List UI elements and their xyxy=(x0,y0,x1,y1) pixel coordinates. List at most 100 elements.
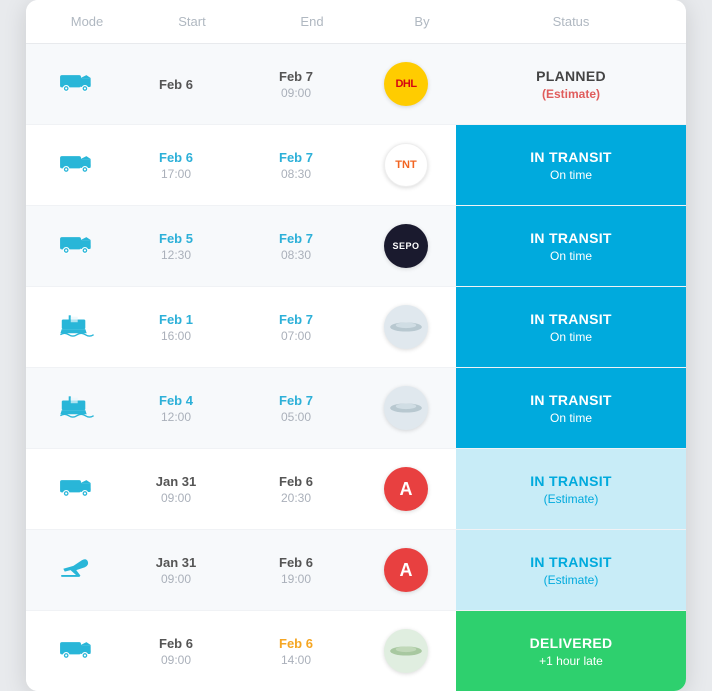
start-time: 12:30 xyxy=(161,248,191,262)
end-date: Feb 7 xyxy=(279,312,313,327)
start-cell: Feb 6 09:00 xyxy=(116,626,236,677)
start-time: 17:00 xyxy=(161,167,191,181)
end-cell: Feb 7 05:00 xyxy=(236,383,356,434)
start-cell: Feb 6 17:00 xyxy=(116,140,236,191)
carrier-cell: A xyxy=(356,457,456,521)
carrier-cell xyxy=(356,295,456,359)
end-cell: Feb 6 19:00 xyxy=(236,545,356,596)
start-cell: Feb 6 xyxy=(116,67,236,102)
status-main: IN TRANSIT xyxy=(530,230,612,246)
end-time: 20:30 xyxy=(281,491,311,505)
carrier-cell xyxy=(356,619,456,683)
truck-icon xyxy=(59,69,95,100)
start-time: 12:00 xyxy=(161,410,191,424)
table-header: Mode Start End By Status xyxy=(26,0,686,44)
end-time: 05:00 xyxy=(281,410,311,424)
status-box: IN TRANSIT (Estimate) xyxy=(456,530,686,610)
status-sub: On time xyxy=(550,411,592,425)
ship-icon xyxy=(59,393,95,424)
table-row: Feb 6 Feb 7 09:00 DHL PLANNED (Estimate) xyxy=(26,44,686,125)
end-date: Feb 7 xyxy=(279,150,313,165)
end-cell: Feb 6 14:00 xyxy=(236,626,356,677)
end-time: 19:00 xyxy=(281,572,311,586)
status-sub: On time xyxy=(550,249,592,263)
truck-icon xyxy=(59,474,95,505)
status-box: IN TRANSIT (Estimate) xyxy=(456,449,686,529)
start-date: Feb 4 xyxy=(159,393,193,408)
status-main: DELIVERED xyxy=(530,635,613,651)
start-cell: Feb 1 16:00 xyxy=(116,302,236,353)
end-date: Feb 6 xyxy=(279,555,313,570)
status-main: IN TRANSIT xyxy=(530,311,612,327)
start-time: 09:00 xyxy=(161,491,191,505)
start-time: 16:00 xyxy=(161,329,191,343)
status-box: IN TRANSIT On time xyxy=(456,206,686,286)
plane-icon xyxy=(59,555,95,586)
status-main: IN TRANSIT xyxy=(530,392,612,408)
start-date: Jan 31 xyxy=(156,474,196,489)
start-date: Feb 5 xyxy=(159,231,193,246)
end-cell: Feb 7 07:00 xyxy=(236,302,356,353)
start-date: Feb 6 xyxy=(159,150,193,165)
mode-cell xyxy=(26,302,116,353)
end-date: Feb 6 xyxy=(279,474,313,489)
status-sub: On time xyxy=(550,330,592,344)
status-main: IN TRANSIT xyxy=(530,473,612,489)
status-sub: (Estimate) xyxy=(542,87,600,101)
end-cell: Feb 6 20:30 xyxy=(236,464,356,515)
col-mode: Mode xyxy=(42,14,132,29)
status-box: IN TRANSIT On time xyxy=(456,368,686,448)
start-time: 09:00 xyxy=(161,653,191,667)
start-date: Feb 6 xyxy=(159,636,193,651)
end-date: Feb 7 xyxy=(279,393,313,408)
status-sub: (Estimate) xyxy=(544,492,599,506)
mode-cell xyxy=(26,545,116,596)
ship-icon xyxy=(59,312,95,343)
carrier-cell xyxy=(356,376,456,440)
table-row: Jan 31 09:00 Feb 6 19:00 A IN TRANSIT (E… xyxy=(26,530,686,611)
table-row: Jan 31 09:00 Feb 6 20:30 A IN TRANSIT (E… xyxy=(26,449,686,530)
start-cell: Jan 31 09:00 xyxy=(116,545,236,596)
end-date: Feb 6 xyxy=(279,636,313,651)
end-time: 14:00 xyxy=(281,653,311,667)
start-date: Feb 1 xyxy=(159,312,193,327)
status-cell: IN TRANSIT (Estimate) xyxy=(456,530,686,610)
status-cell: IN TRANSIT On time xyxy=(456,287,686,367)
mode-cell xyxy=(26,383,116,434)
shipment-table: Mode Start End By Status Feb 6 Feb 7 09:… xyxy=(26,0,686,691)
status-box: IN TRANSIT On time xyxy=(456,125,686,205)
carrier-cell: A xyxy=(356,538,456,602)
carrier-cell: TNT xyxy=(356,133,456,197)
status-main: IN TRANSIT xyxy=(530,554,612,570)
status-sub: (Estimate) xyxy=(544,573,599,587)
table-row: Feb 6 09:00 Feb 6 14:00 DELIVERED +1 hou… xyxy=(26,611,686,691)
table-row: Feb 5 12:30 Feb 7 08:30 SEPO IN TRANSIT … xyxy=(26,206,686,287)
mode-cell xyxy=(26,59,116,110)
status-box: IN TRANSIT On time xyxy=(456,287,686,367)
carrier-cell: SEPO xyxy=(356,214,456,278)
status-sub: +1 hour late xyxy=(539,654,603,668)
mode-cell xyxy=(26,221,116,272)
status-cell: PLANNED (Estimate) xyxy=(456,44,686,124)
truck-icon xyxy=(59,231,95,262)
end-cell: Feb 7 08:30 xyxy=(236,221,356,272)
end-time: 08:30 xyxy=(281,167,311,181)
end-time: 09:00 xyxy=(281,86,311,100)
table-body: Feb 6 Feb 7 09:00 DHL PLANNED (Estimate) xyxy=(26,44,686,691)
end-time: 07:00 xyxy=(281,329,311,343)
mode-cell xyxy=(26,626,116,677)
mode-cell xyxy=(26,464,116,515)
truck-icon xyxy=(59,150,95,181)
end-cell: Feb 7 08:30 xyxy=(236,140,356,191)
table-row: Feb 4 12:00 Feb 7 05:00 IN TRANSIT On ti… xyxy=(26,368,686,449)
carrier-cell: DHL xyxy=(356,52,456,116)
status-box: PLANNED (Estimate) xyxy=(456,44,686,124)
status-main: IN TRANSIT xyxy=(530,149,612,165)
end-cell: Feb 7 09:00 xyxy=(236,59,356,110)
status-cell: DELIVERED +1 hour late xyxy=(456,611,686,691)
status-sub: On time xyxy=(550,168,592,182)
table-row: Feb 6 17:00 Feb 7 08:30 TNT IN TRANSIT O… xyxy=(26,125,686,206)
col-status: Status xyxy=(472,14,670,29)
start-cell: Feb 5 12:30 xyxy=(116,221,236,272)
end-date: Feb 7 xyxy=(279,231,313,246)
